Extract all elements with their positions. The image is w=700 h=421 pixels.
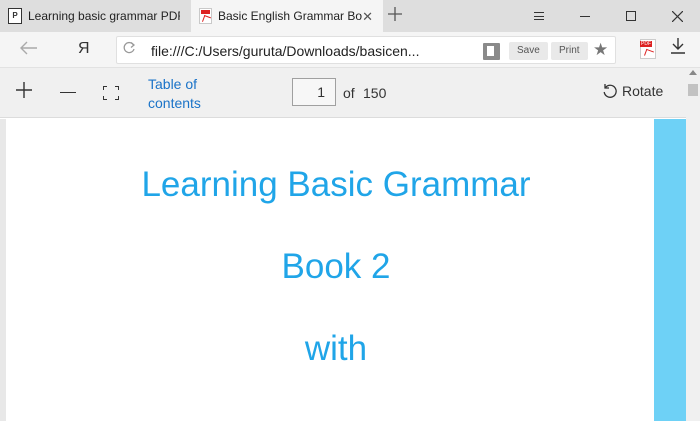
page-of-label: of xyxy=(343,85,355,101)
hamburger-icon xyxy=(534,12,544,20)
bookmark-star-icon[interactable]: ★ xyxy=(593,40,608,60)
pdf-viewer-icon: P xyxy=(8,8,22,24)
zoom-in-button[interactable] xyxy=(16,80,32,102)
tab-title: Basic English Grammar Bo xyxy=(218,9,363,23)
yandex-logo[interactable]: Я xyxy=(78,40,90,58)
tab-basic-english-grammar[interactable]: Basic English Grammar Bo ✕ xyxy=(191,0,383,32)
pdf-page: Learning Basic Grammar Book 2 with xyxy=(6,119,654,421)
document-subtitle: Book 2 xyxy=(281,247,391,286)
arrow-left-icon xyxy=(20,41,37,55)
address-bar: Я file:///C:/Users/guruta/Downloads/basi… xyxy=(0,32,700,68)
close-tab-icon[interactable]: ✕ xyxy=(362,9,373,25)
zoom-out-button[interactable] xyxy=(60,92,76,93)
url-field[interactable]: file:///C:/Users/guruta/Downloads/basice… xyxy=(116,36,616,64)
page-number-input[interactable]: 1 xyxy=(292,78,336,106)
download-button[interactable] xyxy=(671,38,685,59)
table-of-contents-link[interactable]: Table of contents xyxy=(148,75,218,113)
page-total: 150 xyxy=(363,85,387,101)
scroll-up-arrow-icon[interactable] xyxy=(689,70,697,75)
url-text: file:///C:/Users/guruta/Downloads/basice… xyxy=(151,43,420,59)
plus-icon xyxy=(16,82,32,98)
reload-icon[interactable] xyxy=(122,41,136,59)
scroll-thumb[interactable] xyxy=(688,84,698,96)
fit-page-icon[interactable] xyxy=(103,86,119,100)
tab-title: Learning basic grammar PDF xyxy=(28,9,180,23)
page-side-band xyxy=(654,119,686,421)
tab-learning-basic-grammar[interactable]: P Learning basic grammar PDF xyxy=(0,0,190,32)
maximize-icon xyxy=(626,11,636,21)
rotate-button[interactable]: Rotate xyxy=(602,83,663,99)
pdf-viewer[interactable]: Learning Basic Grammar Book 2 with xyxy=(0,119,686,421)
close-icon xyxy=(671,10,683,22)
rotate-label: Rotate xyxy=(622,83,664,99)
maximize-button[interactable] xyxy=(608,0,654,32)
pdf-toolbar: Table of contents 1 of 150 Rotate xyxy=(0,68,686,118)
pdf-file-icon xyxy=(199,8,212,24)
document-title: Learning Basic Grammar xyxy=(141,165,531,204)
minimize-icon xyxy=(580,15,590,17)
download-icon xyxy=(671,38,685,54)
print-button[interactable]: Print xyxy=(551,42,588,60)
pdf-extension-icon[interactable] xyxy=(640,39,656,59)
plus-icon xyxy=(388,7,402,21)
page-info-icon[interactable] xyxy=(483,43,500,60)
back-button[interactable] xyxy=(20,39,38,60)
menu-button[interactable] xyxy=(516,0,562,32)
vertical-scrollbar[interactable] xyxy=(686,68,700,421)
rotate-icon xyxy=(603,84,617,98)
document-text: with xyxy=(304,329,368,368)
close-window-button[interactable] xyxy=(654,0,700,32)
new-tab-button[interactable] xyxy=(388,5,402,25)
minimize-button[interactable] xyxy=(562,0,608,32)
save-button[interactable]: Save xyxy=(509,42,548,60)
tab-strip: P Learning basic grammar PDF Basic Engli… xyxy=(0,0,700,32)
